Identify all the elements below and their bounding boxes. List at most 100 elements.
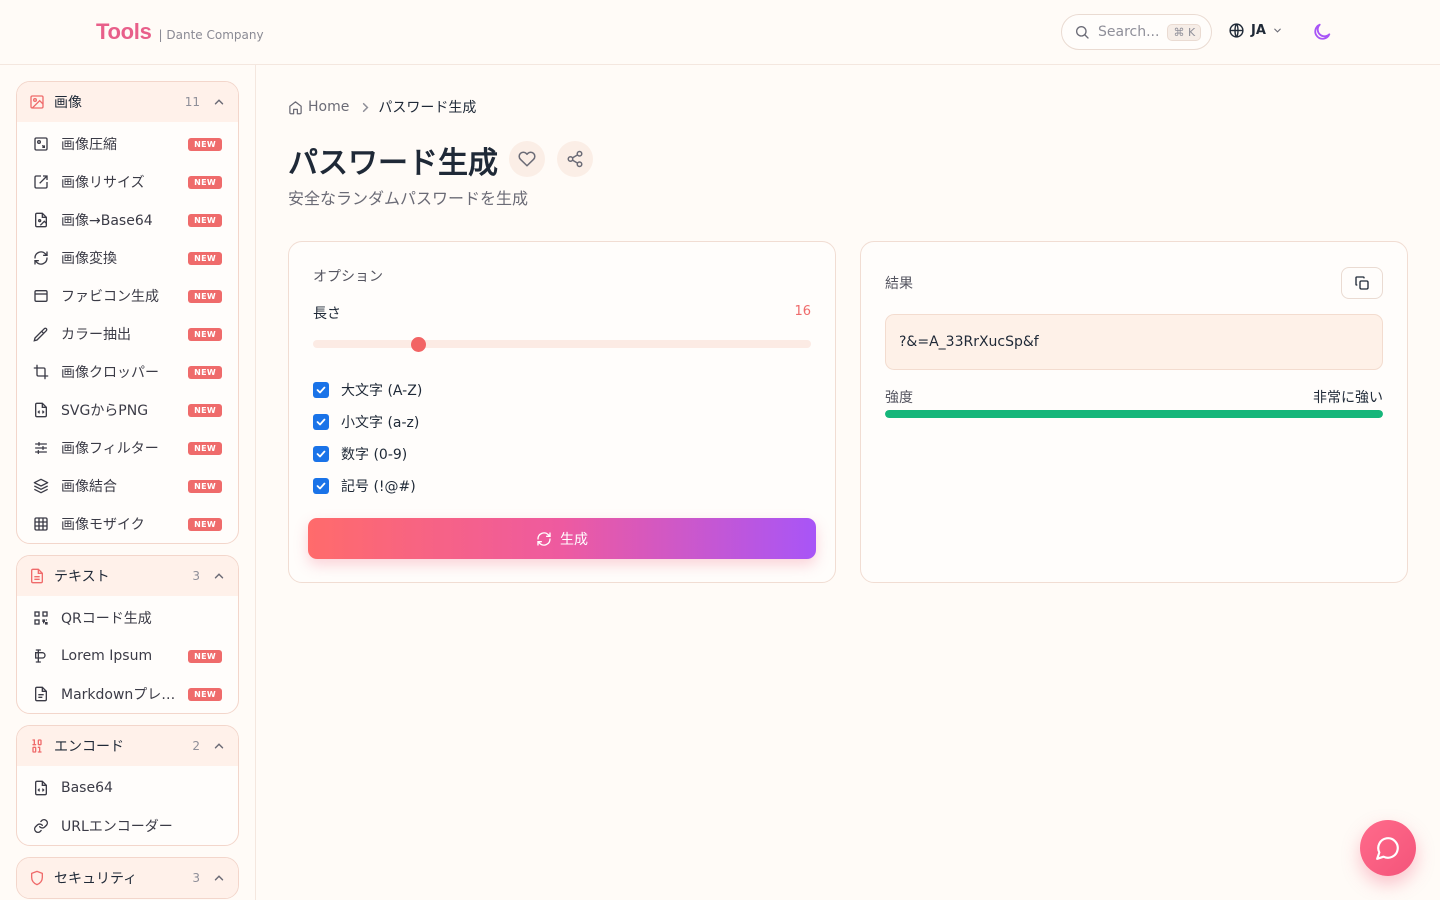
new-badge: NEW <box>188 403 222 417</box>
group-title: 画像 <box>54 95 82 111</box>
group-count: 3 <box>192 569 200 583</box>
sidebar-item-label: Markdownプレビュー <box>61 687 189 703</box>
theme-toggle[interactable] <box>1311 21 1333 43</box>
sidebar-item-label: 画像モザイク <box>61 517 145 533</box>
checkbox-lowercase[interactable]: 小文字 (a-z) <box>313 412 419 432</box>
browser-window-icon <box>34 290 48 302</box>
group-header-image[interactable]: 画像 11 <box>17 82 238 122</box>
sidebar-item-image-compress[interactable]: 画像圧縮 NEW <box>17 125 238 163</box>
globe-icon <box>1229 23 1244 38</box>
chevron-up-icon[interactable] <box>212 871 226 885</box>
strength-label: 強度 <box>885 390 913 406</box>
sidebar-item-label: 画像圧縮 <box>61 137 117 153</box>
group-header-text[interactable]: テキスト 3 <box>17 556 238 596</box>
strength-value: 非常に強い <box>1313 390 1383 406</box>
sidebar-item-qr-code[interactable]: QRコード生成 <box>17 599 238 637</box>
sidebar-item-image-mosaic[interactable]: 画像モザイク NEW <box>17 505 238 543</box>
layers-icon <box>33 478 49 494</box>
checkbox-label: 大文字 (A-Z) <box>341 383 423 399</box>
link-icon <box>34 819 48 833</box>
brand[interactable]: Tools | Dante Company <box>96 19 264 45</box>
copy-button[interactable] <box>1341 267 1383 299</box>
group-items: QRコード生成 Lorem Ipsum NEW Markdownプレビュー NE… <box>17 596 238 713</box>
length-slider[interactable] <box>313 340 811 348</box>
sidebar-item-base64[interactable]: Base64 <box>17 769 238 807</box>
home-icon[interactable] <box>288 100 303 115</box>
sidebar-group-encode: エンコード 2 Base64 URLエンコーダー <box>16 725 239 846</box>
sidebar-item-url-encoder[interactable]: URLエンコーダー <box>17 807 238 845</box>
new-badge: NEW <box>188 251 222 265</box>
result-heading: 結果 <box>885 276 913 292</box>
chat-button[interactable] <box>1360 820 1416 876</box>
heart-icon <box>518 151 536 167</box>
binary-icon <box>32 739 42 753</box>
sidebar-item-label: 画像クロッパー <box>61 365 159 381</box>
sidebar-item-image-merge[interactable]: 画像結合 NEW <box>17 467 238 505</box>
options-card: オプション 長さ 16 大文字 (A-Z) 小文字 (a-z) 数字 (0-9)… <box>288 241 836 583</box>
checkbox-uppercase[interactable]: 大文字 (A-Z) <box>313 380 422 400</box>
sidebar-item-lorem-ipsum[interactable]: Lorem Ipsum NEW <box>17 637 238 675</box>
image-compress-icon <box>34 137 48 151</box>
new-badge: NEW <box>188 137 222 151</box>
sidebar-item-svg-to-png[interactable]: SVGからPNG NEW <box>17 391 238 429</box>
share-button[interactable] <box>557 141 593 177</box>
group-count: 11 <box>184 95 200 109</box>
checkbox-label: 数字 (0-9) <box>341 447 408 463</box>
new-badge: NEW <box>188 649 222 663</box>
sliders-icon <box>35 442 47 454</box>
group-header-encode[interactable]: エンコード 2 <box>17 726 238 766</box>
sidebar: 画像 11 画像圧縮 NEW 画像リサイズ NEW 画像→Base64 NEW <box>0 65 256 900</box>
sidebar-item-label: 画像変換 <box>61 251 117 267</box>
check-icon <box>316 386 326 394</box>
length-slider-thumb[interactable] <box>410 337 426 352</box>
chevron-up-icon[interactable] <box>212 95 226 109</box>
moon-icon <box>1314 23 1331 40</box>
chevron-up-icon[interactable] <box>212 739 226 753</box>
sidebar-item-label: カラー抽出 <box>61 327 131 343</box>
search-shortcut: ⌘ K <box>1167 23 1202 41</box>
checkbox[interactable] <box>313 478 329 494</box>
top-header: Tools | Dante Company Search... ⌘ K JA <box>0 0 1440 65</box>
resize-icon <box>34 175 48 189</box>
new-badge: NEW <box>188 517 222 531</box>
password-output[interactable]: ?&=A_33RrXucSp&f <box>885 314 1383 370</box>
checkbox[interactable] <box>313 414 329 430</box>
sidebar-item-image-base64[interactable]: 画像→Base64 NEW <box>17 201 238 239</box>
group-items: 画像圧縮 NEW 画像リサイズ NEW 画像→Base64 NEW 画像変換 N… <box>17 122 238 543</box>
new-badge: NEW <box>188 289 222 303</box>
sidebar-item-color-extract[interactable]: カラー抽出 NEW <box>17 315 238 353</box>
sidebar-item-image-filter[interactable]: 画像フィルター NEW <box>17 429 238 467</box>
checkbox-label: 記号 (!@#) <box>341 479 416 495</box>
sidebar-group-image: 画像 11 画像圧縮 NEW 画像リサイズ NEW 画像→Base64 NEW <box>16 81 239 544</box>
checkbox[interactable] <box>313 446 329 462</box>
sidebar-item-label: Base64 <box>61 780 113 796</box>
page-subtitle: 安全なランダムパスワードを生成 <box>288 189 529 208</box>
brand-logo[interactable]: Tools <box>96 19 152 45</box>
sidebar-item-image-cropper[interactable]: 画像クロッパー NEW <box>17 353 238 391</box>
sidebar-item-label: ファビコン生成 <box>61 289 159 305</box>
text-cursor-icon <box>35 649 46 663</box>
sidebar-item-image-resize[interactable]: 画像リサイズ NEW <box>17 163 238 201</box>
checkbox[interactable] <box>313 382 329 398</box>
checkbox-numbers[interactable]: 数字 (0-9) <box>313 444 407 464</box>
sidebar-item-image-convert[interactable]: 画像変換 NEW <box>17 239 238 277</box>
sidebar-item-label: 画像フィルター <box>61 441 159 457</box>
shield-icon <box>31 870 43 886</box>
search-box[interactable]: Search... ⌘ K <box>1061 14 1212 50</box>
group-header-security[interactable]: セキュリティ 3 <box>17 858 238 898</box>
file-code-icon <box>35 402 47 418</box>
favorite-button[interactable] <box>509 141 545 177</box>
language-selector[interactable]: JA <box>1228 22 1283 39</box>
sidebar-item-label: Lorem Ipsum <box>61 648 153 664</box>
chevron-up-icon[interactable] <box>212 569 226 583</box>
breadcrumb-home[interactable]: Home <box>308 99 349 115</box>
sidebar-item-favicon[interactable]: ファビコン生成 NEW <box>17 277 238 315</box>
length-label: 長さ <box>313 306 341 322</box>
sidebar-item-markdown-preview[interactable]: Markdownプレビュー NEW <box>17 675 238 713</box>
file-code-icon <box>35 780 47 796</box>
checkbox-symbols[interactable]: 記号 (!@#) <box>313 476 416 496</box>
new-badge: NEW <box>188 365 222 379</box>
generate-button[interactable]: 生成 <box>308 518 816 559</box>
group-title: セキュリティ <box>54 871 138 887</box>
password-text[interactable]: ?&=A_33RrXucSp&f <box>899 334 1039 350</box>
